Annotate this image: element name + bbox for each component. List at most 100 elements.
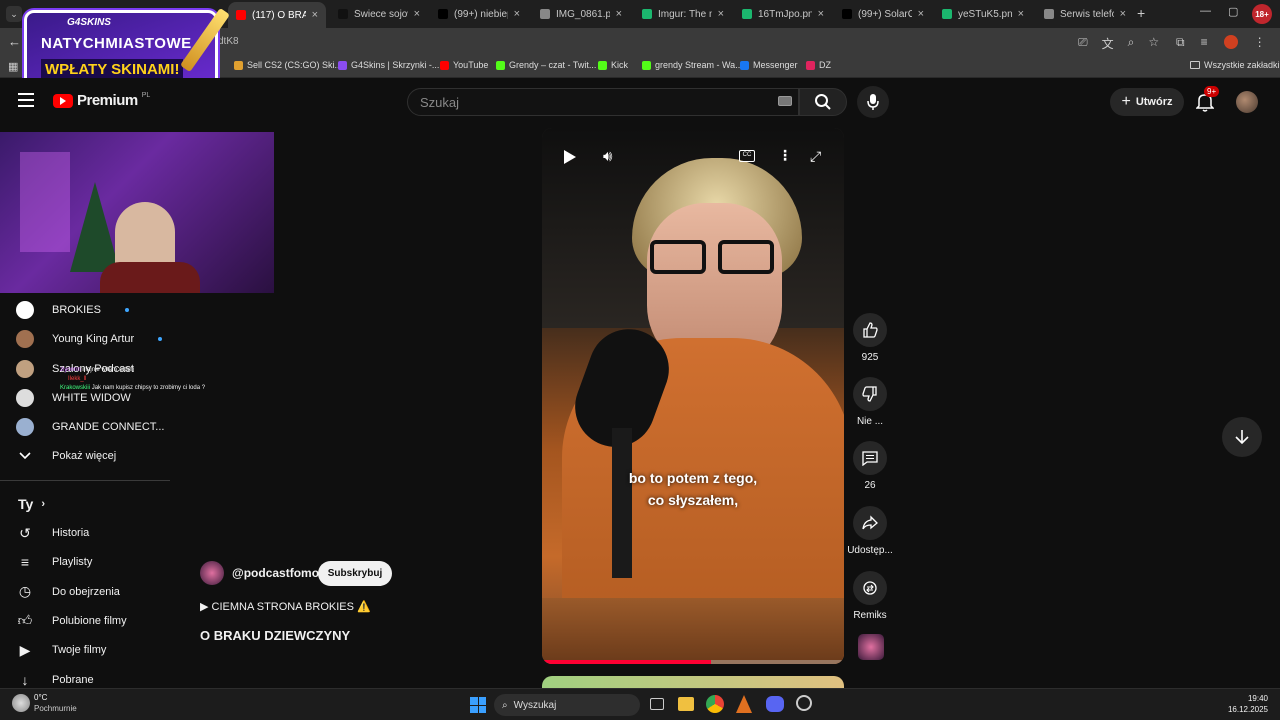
weather-cloud-icon[interactable] xyxy=(12,694,30,712)
you-item[interactable]: ↺ Historia xyxy=(16,524,89,542)
create-button[interactable]: + Utwórz xyxy=(1110,88,1184,116)
subscribe-button[interactable]: Subskrybuj xyxy=(318,561,392,586)
browser-tab[interactable]: (99+) SolarGon × xyxy=(834,4,932,24)
browser-tab[interactable]: Imgur: The ma × xyxy=(634,4,732,24)
chrome-icon[interactable] xyxy=(706,695,724,713)
fullscreen-icon[interactable]: ⤢ xyxy=(810,148,821,165)
next-short-preview[interactable] xyxy=(542,676,844,688)
table xyxy=(542,598,844,664)
translate-icon[interactable]: 文 xyxy=(1102,35,1114,52)
bookmark-item[interactable]: Grendy – czat - Twit... xyxy=(496,60,596,70)
playlist-link[interactable]: ▶ CIEMNA STRONA BROKIES ⚠️ xyxy=(200,600,371,613)
steam-icon[interactable] xyxy=(796,695,812,711)
cast-icon[interactable]: ⎚ xyxy=(1078,35,1088,52)
your-videos-icon: ▶ xyxy=(19,641,31,658)
account-icon[interactable] xyxy=(1223,35,1238,49)
bookmark-item[interactable]: Sell CS2 (CS:GO) Ski... xyxy=(234,60,342,70)
tab-close-icon[interactable]: × xyxy=(718,8,724,20)
channel-handle[interactable]: @podcastfomo xyxy=(232,566,319,580)
url-fragment[interactable]: dtK8 xyxy=(218,36,239,47)
hamburger-menu-icon[interactable] xyxy=(18,93,34,107)
volume-icon[interactable]: 🔊︎ xyxy=(603,148,612,165)
voice-search-button[interactable] xyxy=(857,86,889,118)
subscription-item[interactable]: BROKIES xyxy=(16,301,129,319)
show-more-button[interactable]: Pokaż więcej xyxy=(16,447,116,465)
discord-icon[interactable] xyxy=(766,696,784,712)
browser-tab[interactable]: Świece sojowe × xyxy=(330,4,428,24)
taskbar-search[interactable]: ⌕ Wyszukaj xyxy=(494,694,640,716)
star-icon[interactable]: ☆ xyxy=(1148,35,1159,52)
short-video-player[interactable]: bo to potem z tego, co słyszałem, 🔊︎ CC … xyxy=(542,128,844,664)
subtitle-line-2: co słyszałem, xyxy=(647,492,739,508)
app-triangle-icon[interactable] xyxy=(736,695,752,713)
tab-title: 16TmJpo.png xyxy=(758,8,812,20)
bookmark-item[interactable]: Messenger xyxy=(740,60,798,70)
share-button[interactable] xyxy=(853,506,887,540)
task-view-icon[interactable] xyxy=(650,698,664,710)
clock-time[interactable]: 19:40 xyxy=(1200,694,1268,703)
you-item[interactable]: 👍︎ Polubione filmy xyxy=(16,612,127,630)
bookmark-item[interactable]: Kick xyxy=(598,60,628,70)
dislike-button[interactable] xyxy=(853,377,887,411)
browser-tab[interactable]: (99+) niebiepie × xyxy=(430,4,528,24)
extensions-icon[interactable]: ⧉ xyxy=(1176,35,1185,50)
keyboard-icon[interactable] xyxy=(778,96,792,106)
progress-track[interactable] xyxy=(542,660,844,664)
you-item[interactable]: ◷ Do obejrzenia xyxy=(16,583,120,601)
search-input[interactable]: Szukaj xyxy=(407,88,799,116)
tab-search-button[interactable]: ⌄ xyxy=(6,6,22,22)
zoom-icon[interactable]: ⌕ xyxy=(1128,35,1135,52)
bookmark-item[interactable]: G4Skins | Skrzynki -... xyxy=(338,60,439,70)
tab-close-icon[interactable]: × xyxy=(818,8,824,20)
all-bookmarks[interactable]: Wszystkie zakładki xyxy=(1190,60,1280,70)
back-arrow-icon[interactable]: ← xyxy=(8,34,21,49)
channel-avatar[interactable] xyxy=(200,561,224,585)
remix-button[interactable] xyxy=(853,571,887,605)
browser-tab[interactable]: Serwis telefon × xyxy=(1036,4,1134,24)
browser-tab[interactable]: (117) O BRAKU × xyxy=(228,2,326,28)
bookmark-favicon-icon xyxy=(642,60,651,70)
browser-tab[interactable]: yeSTuK5.png × xyxy=(934,4,1032,24)
tab-close-icon[interactable]: × xyxy=(1120,8,1126,20)
comments-button[interactable] xyxy=(853,441,887,475)
maximize-button[interactable]: ▢ xyxy=(1228,5,1238,18)
captions-icon[interactable]: CC xyxy=(739,150,755,162)
bookmark-item[interactable]: YouTube xyxy=(440,60,488,70)
tab-close-icon[interactable]: × xyxy=(616,8,622,20)
tab-close-icon[interactable]: × xyxy=(514,8,520,20)
next-video-button[interactable] xyxy=(1222,417,1262,457)
minimize-button[interactable]: — xyxy=(1200,5,1211,17)
you-item[interactable]: ▶ Twoje filmy xyxy=(16,641,107,659)
notifications-button[interactable]: 9+ xyxy=(1195,86,1220,117)
new-tab-button[interactable]: + xyxy=(1137,5,1145,21)
tab-close-icon[interactable]: × xyxy=(414,8,420,20)
like-button[interactable] xyxy=(853,313,887,347)
more-options-icon[interactable]: ⋮ xyxy=(778,147,792,164)
bookmark-item[interactable]: DZ xyxy=(806,60,831,70)
you-item[interactable]: ↓ Pobrane xyxy=(16,671,94,689)
youtube-logo[interactable]: Premium PL xyxy=(53,92,150,109)
apps-grid-icon[interactable]: ▦ xyxy=(8,60,18,73)
tab-close-icon[interactable]: × xyxy=(312,9,318,21)
search-button[interactable] xyxy=(799,88,847,116)
browser-tab[interactable]: IMG_0861.png × xyxy=(532,4,630,24)
audio-thumbnail[interactable] xyxy=(858,634,884,660)
profile-badge-icon[interactable]: 18+ xyxy=(1252,4,1272,24)
clock-date[interactable]: 16.12.2025 xyxy=(1200,705,1268,714)
playlist-icon[interactable]: ≡ xyxy=(1201,35,1208,50)
windows-start-icon[interactable] xyxy=(470,697,486,713)
share-icon xyxy=(862,515,878,530)
menu-dots-icon[interactable]: ⋮ xyxy=(1254,35,1266,50)
play-icon[interactable] xyxy=(564,150,576,164)
bookmark-item[interactable]: grendy Stream - Wa... xyxy=(642,60,743,70)
tab-close-icon[interactable]: × xyxy=(1018,8,1024,20)
user-avatar[interactable] xyxy=(1236,91,1258,113)
you-item[interactable]: ≡ Playlisty xyxy=(16,553,92,571)
subscription-item[interactable]: GRANDE CONNECT... xyxy=(16,418,164,437)
subscription-item[interactable]: Young King Artur xyxy=(16,330,163,349)
chat-line: Krakowskiii Jak nam kupisz chipsy to zro… xyxy=(60,385,206,391)
browser-tab[interactable]: 16TmJpo.png × xyxy=(734,4,832,24)
you-section-header[interactable]: Ty › xyxy=(18,496,45,512)
tab-close-icon[interactable]: × xyxy=(918,8,924,20)
file-explorer-icon[interactable] xyxy=(678,697,694,711)
